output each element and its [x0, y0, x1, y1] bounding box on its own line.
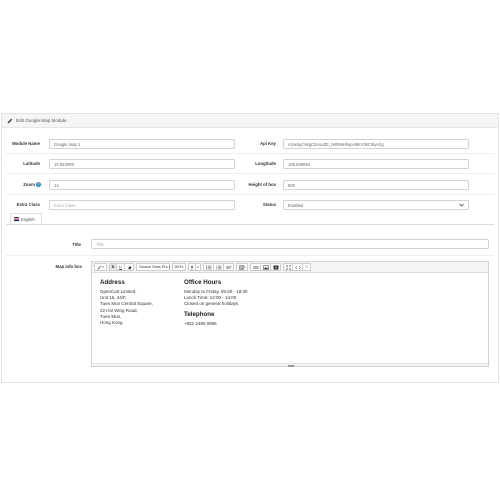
address-line: Tuen Mun Central Square,: [100, 301, 153, 307]
module-name-input[interactable]: Google map 1: [49, 139, 235, 149]
longitude-label: Longitude: [255, 161, 276, 166]
zoom-label-wrap: Zoom?: [10, 182, 41, 188]
font-style-group: B U: [109, 263, 134, 271]
title-input[interactable]: Title: [91, 239, 489, 249]
row-divider: [6, 153, 494, 154]
module-name-label: Module Name: [12, 141, 40, 146]
rich-text-editor[interactable]: ▾ B U Source Sans Pro ▾ DEF ▾ A ▾ ▾ ▾ ? …: [91, 261, 489, 367]
extra-class-input[interactable]: Extra Class: [49, 200, 235, 210]
unordered-list-icon[interactable]: [203, 263, 214, 271]
flag-uk-icon: [14, 217, 19, 221]
table-icon[interactable]: ▾: [236, 263, 248, 271]
font-family-value: Source Sans Pro: [139, 265, 168, 269]
telephone-heading: Telephone: [184, 310, 215, 318]
telephone-line: +852 2490 0996: [184, 320, 217, 326]
pencil-icon: [7, 118, 13, 123]
image-icon[interactable]: [261, 263, 271, 271]
title-label: Title: [72, 242, 81, 247]
height-of-box-label: Height of box: [248, 182, 276, 187]
font-family-dropdown[interactable]: Source Sans Pro ▾: [136, 263, 170, 271]
api-key-input[interactable]: AIzaSyC5kgCbAxuZE_iWRMHhqeH5KV3sC5lyvXg: [283, 139, 469, 149]
row-divider: [6, 194, 494, 195]
color-group: A ▾: [188, 263, 201, 271]
office-hours-line: Closed on general holidays: [184, 301, 239, 307]
list-group: ▾: [203, 263, 234, 271]
address-column: Address OpenCart Limited, Unit 16, 24/F,…: [100, 279, 153, 326]
link-icon[interactable]: [250, 263, 261, 271]
resize-grip-icon: [288, 364, 294, 367]
height-of-box-input[interactable]: 500: [283, 180, 469, 190]
panel-title: Edit Google Map Module: [16, 118, 67, 123]
help-label: ?: [305, 265, 308, 269]
align-dropdown-icon[interactable]: ▾: [224, 263, 234, 271]
address-heading: Address: [100, 279, 125, 286]
font-color-letter: A: [190, 264, 194, 270]
longitude-input[interactable]: 106.629664: [283, 159, 469, 169]
font-color-button[interactable]: A: [188, 263, 196, 271]
bold-button[interactable]: B: [109, 263, 117, 271]
eraser-icon[interactable]: [125, 263, 134, 271]
color-dropdown-caret[interactable]: ▾: [196, 263, 201, 271]
status-selected-value: Enabled: [288, 202, 304, 208]
editor-resize-bar[interactable]: [92, 363, 488, 367]
font-size-dropdown[interactable]: DEF ▾: [172, 263, 186, 271]
underline-button[interactable]: U: [117, 263, 125, 271]
hours-column: Office Hours Monday to Friday, 09:30 - 1…: [184, 279, 247, 327]
code-view-icon[interactable]: [293, 263, 303, 271]
zoom-input[interactable]: 14: [49, 180, 235, 190]
chevron-down-icon: [459, 203, 464, 207]
extra-class-label: Extra Class: [16, 202, 40, 207]
video-icon[interactable]: [271, 263, 281, 271]
style-dropdown-button[interactable]: ▾: [94, 263, 107, 271]
fullscreen-icon[interactable]: [283, 263, 293, 271]
status-label: Status: [262, 202, 276, 207]
font-size-value: DEF: [174, 265, 183, 269]
api-key-label: Api Key: [260, 141, 276, 146]
question-circle-icon[interactable]: ?: [36, 182, 41, 188]
tab-english-label: English: [21, 216, 35, 222]
editor-toolbar: ▾ B U Source Sans Pro ▾ DEF ▾ A ▾ ▾ ▾ ?: [92, 262, 488, 273]
row-divider: [6, 173, 494, 174]
panel-heading: Edit Google Map Module: [2, 114, 498, 128]
status-select[interactable]: Enabled: [283, 200, 469, 210]
address-line: Hong Kong: [100, 320, 123, 326]
latitude-input[interactable]: 10.823099: [49, 159, 235, 169]
help-button[interactable]: ?: [303, 263, 311, 271]
ordered-list-icon[interactable]: [214, 263, 224, 271]
zoom-label: Zoom: [23, 182, 35, 187]
tab-divider: [6, 224, 494, 225]
row-divider: [6, 255, 494, 256]
office-hours-heading: Office Hours: [184, 279, 222, 286]
view-group: ?: [283, 263, 311, 271]
insert-group: [250, 263, 281, 271]
latitude-label: Latitude: [23, 161, 40, 166]
map-info-box-label: Map info box: [55, 264, 83, 269]
